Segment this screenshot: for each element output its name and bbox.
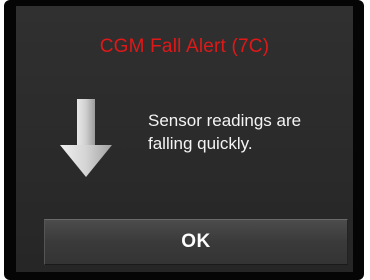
device-bezel: CGM Fall Alert (7C) Sensor readings are … (4, 0, 364, 280)
down-arrow-icon (60, 99, 112, 177)
alert-message-line-2: falling quickly. (148, 134, 253, 153)
alert-title: CGM Fall Alert (7C) (99, 36, 270, 57)
ok-button[interactable]: OK (44, 219, 348, 265)
alert-message-line-1: Sensor readings are (148, 111, 302, 130)
alert-dialog: CGM Fall Alert (7C) Sensor readings are … (16, 6, 353, 272)
alert-message: Sensor readings are falling quickly. (148, 109, 348, 155)
ok-button-label: OK (181, 231, 211, 252)
